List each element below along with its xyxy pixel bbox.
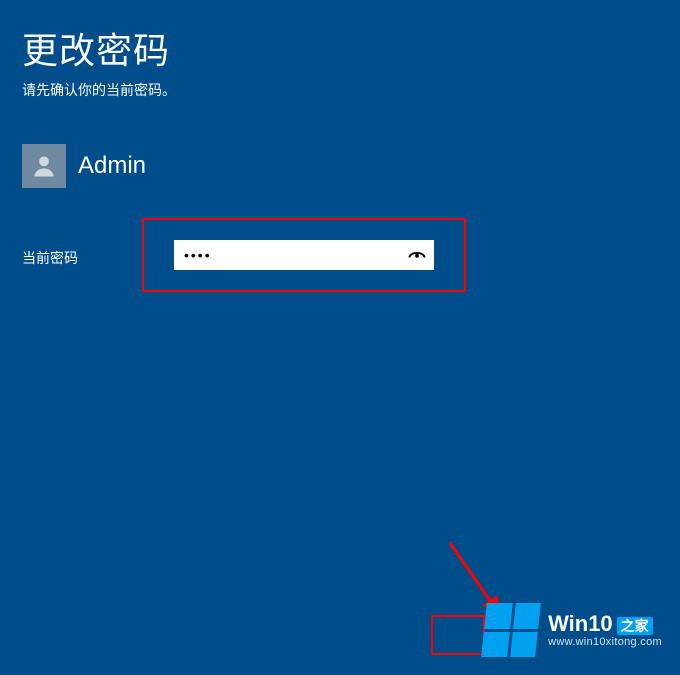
avatar <box>22 144 66 188</box>
eye-icon <box>407 245 427 265</box>
highlight-box-2 <box>431 615 485 655</box>
page-subtitle: 请先确认你的当前密码。 <box>22 80 658 100</box>
windows-logo-icon <box>481 603 541 657</box>
watermark-brand-suffix: 之家 <box>617 617 653 635</box>
watermark: Win10 之家 www.win10xitong.com <box>484 603 662 657</box>
reveal-password-button[interactable] <box>400 240 434 270</box>
password-field-wrap <box>174 240 434 270</box>
highlight-box <box>142 218 466 292</box>
current-password-label: 当前密码 <box>22 242 142 268</box>
current-password-input[interactable] <box>174 240 400 270</box>
current-password-row: 当前密码 <box>22 218 658 292</box>
username: Admin <box>78 152 146 180</box>
person-icon <box>30 152 58 180</box>
watermark-text: Win10 之家 www.win10xitong.com <box>548 611 662 649</box>
page-title: 更改密码 <box>22 22 658 74</box>
watermark-brand: Win10 <box>548 611 613 636</box>
watermark-url: www.win10xitong.com <box>548 636 662 649</box>
user-row: Admin <box>22 144 658 188</box>
